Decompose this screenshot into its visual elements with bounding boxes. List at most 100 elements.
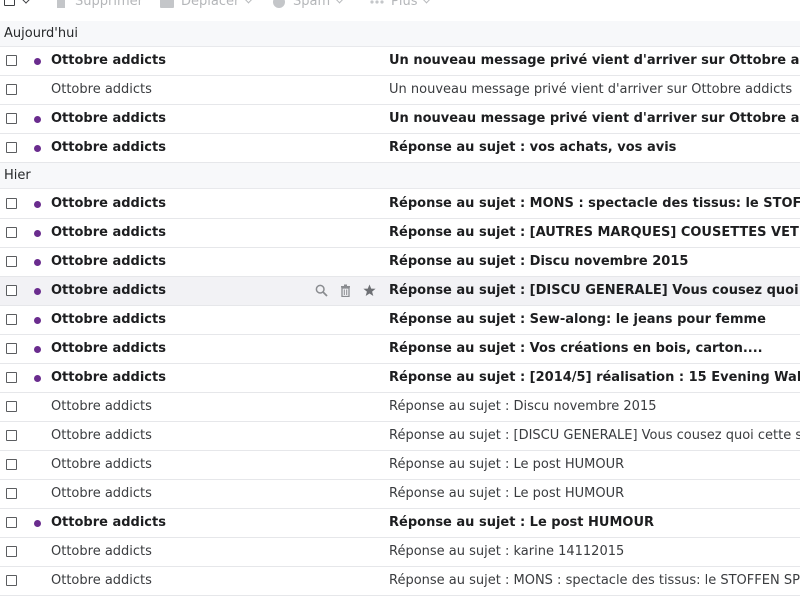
row-checkbox[interactable] [6,517,17,528]
message-subject: Réponse au sujet : Le post HUMOUR [389,486,625,501]
more-button[interactable]: Plus [370,0,432,9]
message-sender: Ottobre addicts [51,283,166,298]
chevron-down-icon [243,0,254,4]
row-checkbox[interactable] [6,546,17,557]
unread-dot-icon[interactable] [34,317,41,324]
row-checkbox[interactable] [6,113,17,124]
message-sender: Ottobre addicts [51,341,166,356]
row-checkbox[interactable] [6,285,17,296]
group-header-today: Aujourd'hui [0,21,800,47]
message-row[interactable]: Ottobre addicts Réponse au sujet : Le po… [0,480,800,509]
chevron-down-icon [422,0,432,4]
message-row[interactable]: Ottobre addicts Réponse au sujet : [DISC… [0,422,800,451]
message-row[interactable]: Ottobre addicts Réponse au sujet : Le po… [0,509,800,538]
message-row[interactable]: Ottobre addicts Réponse au sujet : MONS … [0,567,800,596]
row-checkbox[interactable] [6,84,17,95]
delete-label: Supprimer [75,0,143,9]
chevron-down-icon [334,0,345,4]
more-icon [370,0,384,8]
unread-dot-icon[interactable] [34,201,41,208]
row-checkbox[interactable] [6,343,17,354]
row-checkbox[interactable] [6,372,17,383]
message-subject: Réponse au sujet : MONS : spectacle des … [389,573,800,588]
message-row[interactable]: Ottobre addicts Réponse au sujet : vos a… [0,134,800,163]
row-actions [315,284,376,298]
row-checkbox[interactable] [6,314,17,325]
message-sender: Ottobre addicts [51,544,152,559]
message-row[interactable]: Ottobre addicts Réponse au sujet : [AUTR… [0,219,800,248]
message-subject: Réponse au sujet : [2014/5] réalisation … [389,370,800,385]
message-sender: Ottobre addicts [51,225,166,240]
row-checkbox[interactable] [6,575,17,586]
spam-button[interactable]: Spam [272,0,345,9]
spam-label: Spam [293,0,331,9]
message-row[interactable]: Ottobre addicts Réponse au sujet : karin… [0,538,800,567]
message-subject: Un nouveau message privé vient d'arriver… [389,53,800,68]
message-sender: Ottobre addicts [51,515,166,530]
move-label: Déplacer [181,0,240,9]
message-row[interactable]: Ottobre addicts Réponse au sujet : [DISC… [0,277,800,306]
unread-dot-icon[interactable] [34,346,41,353]
message-subject: Un nouveau message privé vient d'arriver… [389,111,800,126]
message-subject: Réponse au sujet : Discu novembre 2015 [389,254,689,269]
folder-icon [160,0,174,8]
row-checkbox[interactable] [6,430,17,441]
message-row[interactable]: Ottobre addicts Réponse au sujet : Sew-a… [0,306,800,335]
unread-dot-icon[interactable] [34,520,41,527]
message-row[interactable]: Ottobre addicts Réponse au sujet : Vos c… [0,335,800,364]
message-sender: Ottobre addicts [51,573,152,588]
unread-dot-icon[interactable] [34,259,41,266]
message-subject: Réponse au sujet : karine 14112015 [389,544,625,559]
message-row[interactable]: Ottobre addicts Un nouveau message privé… [0,47,800,76]
unread-dot-icon[interactable] [34,375,41,382]
chevron-down-icon [20,0,32,4]
row-checkbox[interactable] [6,488,17,499]
trash-icon[interactable] [339,284,352,298]
group-label: Aujourd'hui [4,26,78,41]
message-row[interactable]: Ottobre addicts Réponse au sujet : MONS … [0,190,800,219]
search-icon[interactable] [315,284,328,297]
trash-icon [54,0,68,8]
row-checkbox[interactable] [6,256,17,267]
message-row[interactable]: Ottobre addicts Réponse au sujet : [2014… [0,364,800,393]
more-label: Plus [391,0,418,9]
message-sender: Ottobre addicts [51,140,166,155]
message-row[interactable]: Ottobre addicts Réponse au sujet : Discu… [0,248,800,277]
unread-dot-icon[interactable] [34,145,41,152]
unread-dot-icon[interactable] [34,58,41,65]
row-checkbox[interactable] [6,55,17,66]
message-row[interactable]: Ottobre addicts Réponse au sujet : Discu… [0,393,800,422]
select-all-checkbox[interactable] [4,0,15,6]
message-subject: Réponse au sujet : Discu novembre 2015 [389,399,657,414]
delete-button[interactable]: Supprimer [54,0,143,9]
message-subject: Réponse au sujet : Le post HUMOUR [389,515,655,530]
move-button[interactable]: Déplacer [160,0,254,9]
toolbar: Supprimer Déplacer Spam Plus [0,0,800,11]
unread-dot-icon[interactable] [34,230,41,237]
row-checkbox[interactable] [6,227,17,238]
message-subject: Réponse au sujet : MONS : spectacle des … [389,196,800,211]
unread-dot-icon[interactable] [34,288,41,295]
message-sender: Ottobre addicts [51,428,152,443]
message-sender: Ottobre addicts [51,196,166,211]
message-sender: Ottobre addicts [51,486,152,501]
message-row[interactable]: Ottobre addicts Réponse au sujet : Le po… [0,451,800,480]
star-icon[interactable] [363,284,376,297]
message-sender: Ottobre addicts [51,312,166,327]
spam-icon [272,0,286,8]
row-checkbox[interactable] [6,142,17,153]
message-row[interactable]: Ottobre addicts Un nouveau message privé… [0,105,800,134]
message-subject: Réponse au sujet : [DISCU GENERALE] Vous… [389,428,800,443]
group-label: Hier [4,168,31,183]
message-sender: Ottobre addicts [51,399,152,414]
message-subject: Un nouveau message privé vient d'arriver… [389,82,793,97]
message-subject: Réponse au sujet : Le post HUMOUR [389,457,625,472]
message-sender: Ottobre addicts [51,82,152,97]
unread-dot-icon[interactable] [34,116,41,123]
row-checkbox[interactable] [6,198,17,209]
row-checkbox[interactable] [6,459,17,470]
row-checkbox[interactable] [6,401,17,412]
message-sender: Ottobre addicts [51,370,166,385]
select-all-dropdown[interactable] [4,0,32,6]
message-row[interactable]: Ottobre addicts Un nouveau message privé… [0,76,800,105]
